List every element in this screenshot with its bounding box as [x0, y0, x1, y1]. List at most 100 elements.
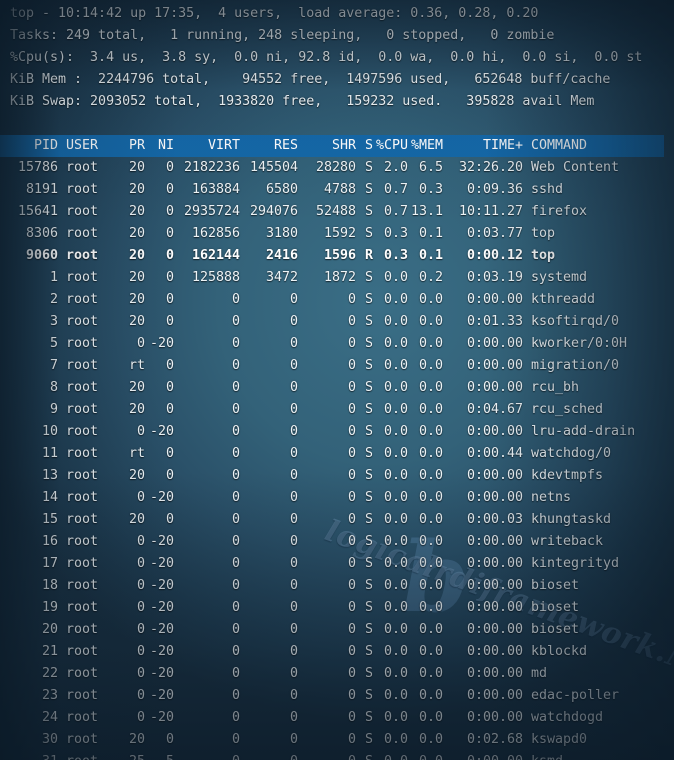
cell-pr: 20	[128, 248, 145, 263]
cell-state: S	[364, 270, 373, 285]
cell-pr: 20	[128, 160, 145, 175]
cell-virt: 125888	[191, 270, 240, 285]
column-header-shr[interactable]: SHR	[298, 135, 356, 157]
cell-user: root	[66, 732, 99, 747]
cell-user: root	[58, 751, 115, 760]
cell-pr: 0	[136, 644, 145, 659]
cell-res: 0	[289, 732, 298, 747]
column-header-mem[interactable]: %MEM	[408, 135, 443, 157]
cell-state: S	[364, 336, 373, 351]
table-row[interactable]: 31root255000S0.00.00:00.00ksmd	[10, 751, 674, 760]
table-row[interactable]: 30 root 20 0 0 0 0 S 0.0 0.0 0:02.68 kswapd0	[10, 729, 674, 751]
cell-ni: 0	[165, 446, 174, 461]
cell-res: 0	[289, 688, 298, 703]
cell-command: kintegrityd	[531, 556, 620, 571]
cell-res: 0	[289, 336, 298, 351]
table-row[interactable]: 23 root 0 -20 0 0 0 S 0.0 0.0 0:00.00 edac-poller	[10, 685, 674, 707]
table-row[interactable]: 21 root 0 -20 0 0 0 S 0.0 0.0 0:00.00 kblockd	[10, 641, 674, 663]
table-row[interactable]: 20 root 0 -20 0 0 0 S 0.0 0.0 0:00.00 bioset	[10, 619, 674, 641]
cell-res: 294076	[249, 204, 298, 219]
cell-shr: 0	[347, 644, 356, 659]
cell-command: top	[531, 248, 556, 263]
cell-time: 10:11.27	[458, 204, 523, 219]
cell-virt: 0	[231, 644, 240, 659]
table-row[interactable]: 8306 root 20 0 162856 3180 1592 S 0.3 0.1 0:03.77 t…	[10, 223, 674, 245]
table-row[interactable]: 22 root 0 -20 0 0 0 S 0.0 0.0 0:00.00 md	[10, 663, 674, 685]
cell-pr: 0	[136, 424, 145, 439]
table-row[interactable]: 15641 root 20 0 2935724 294076 52488 S 0.7 13.1 10…	[10, 201, 674, 223]
cell-virt: 2935724	[183, 204, 240, 219]
cell-res: 0	[289, 314, 298, 329]
cell-command: netns	[531, 490, 572, 505]
table-row[interactable]: 15786 root 20 0 2182236 145504 28280 S 2.0 6.5 32:…	[10, 157, 674, 179]
cell-cpu: 2.0	[383, 160, 408, 175]
top-uptime-line: top - 10:14:42 up 17:35, 4 users, load a…	[10, 6, 539, 21]
column-header-s[interactable]: S	[356, 135, 373, 157]
table-row[interactable]: 9 root 20 0 0 0 0 S 0.0 0.0 0:04.67 rcu_sched	[10, 399, 674, 421]
column-header-cpu[interactable]: %CPU	[373, 135, 408, 157]
cell-shr: 0	[347, 578, 356, 593]
table-row[interactable]: 17 root 0 -20 0 0 0 S 0.0 0.0 0:00.00 kintegrityd	[10, 553, 674, 575]
column-header-ni[interactable]: NI	[145, 135, 174, 157]
cell-shr: 0	[347, 446, 356, 461]
cell-ni: 0	[165, 160, 174, 175]
cell-pid: 2	[49, 292, 58, 307]
cell-pr: 0	[136, 534, 145, 549]
top-cpu-line: %Cpu(s): 3.4 us, 3.8 sy, 0.0 ni, 92.8 id…	[10, 50, 643, 65]
table-row[interactable]: 19 root 0 -20 0 0 0 S 0.0 0.0 0:00.00 bioset	[10, 597, 674, 619]
column-header-virt[interactable]: VIRT	[174, 135, 240, 157]
table-row[interactable]: 14 root 0 -20 0 0 0 S 0.0 0.0 0:00.00 netns	[10, 487, 674, 509]
cell-state: S	[364, 182, 373, 197]
cell-user: root	[66, 512, 99, 527]
column-header-command[interactable]: COMMAND	[523, 135, 587, 157]
table-row[interactable]: 8 root 20 0 0 0 0 S 0.0 0.0 0:00.00 rcu_bh	[10, 377, 674, 399]
cell-user: root	[66, 446, 99, 461]
table-row[interactable]: 13 root 20 0 0 0 0 S 0.0 0.0 0:00.00 kdevtmpfs	[10, 465, 674, 487]
table-row[interactable]: 8191 root 20 0 163884 6580 4788 S 0.7 0.3 0:09.36 s…	[10, 179, 674, 201]
cell-pr: rt	[128, 358, 145, 373]
cell-virt: 0	[231, 314, 240, 329]
cell-cpu: 0.0	[383, 622, 408, 637]
column-header-user[interactable]: USER	[58, 135, 115, 157]
cell-state: S	[364, 468, 373, 483]
cell-shr: 0	[347, 314, 356, 329]
cell-shr: 0	[347, 710, 356, 725]
cell-shr: 0	[347, 666, 356, 681]
cell-ni: 0	[165, 732, 174, 747]
cell-res: 0	[289, 644, 298, 659]
cell-virt: 162856	[191, 226, 240, 241]
table-row[interactable]: 2 root 20 0 0 0 0 S 0.0 0.0 0:00.00 kthreadd	[10, 289, 674, 311]
table-row[interactable]: 11 root rt 0 0 0 0 S 0.0 0.0 0:00.44 watchdog/0	[10, 443, 674, 465]
table-row[interactable]: 1 root 20 0 125888 3472 1872 S 0.0 0.2 0:03.19 syst…	[10, 267, 674, 289]
column-header-pr[interactable]: PR	[115, 135, 145, 157]
table-row[interactable]: 18 root 0 -20 0 0 0 S 0.0 0.0 0:00.00 bioset	[10, 575, 674, 597]
cell-cpu: 0.7	[383, 204, 408, 219]
table-row[interactable]: 5 root 0 -20 0 0 0 S 0.0 0.0 0:00.00 kworker/0:0H	[10, 333, 674, 355]
cell-ni: 0	[165, 402, 174, 417]
table-row[interactable]: 3 root 20 0 0 0 0 S 0.0 0.0 0:01.33 ksoftirqd/0	[10, 311, 674, 333]
cell-cpu: 0.7	[383, 182, 408, 197]
cell-command: ksmd	[523, 751, 563, 760]
cell-user: root	[66, 248, 99, 263]
column-header-pid[interactable]: PID	[10, 135, 58, 157]
column-header-time[interactable]: TIME+	[443, 135, 523, 157]
cell-res: 0	[289, 666, 298, 681]
column-header-res[interactable]: RES	[240, 135, 298, 157]
cell-ni: -20	[149, 622, 174, 637]
cell-user: root	[66, 556, 99, 571]
cell-pid: 3	[49, 314, 58, 329]
cell-mem: 0.0	[418, 468, 443, 483]
cell-cpu: 0.0	[383, 336, 408, 351]
table-row[interactable]: 10 root 0 -20 0 0 0 S 0.0 0.0 0:00.00 lru-add-drain	[10, 421, 674, 443]
table-row[interactable]: 15 root 20 0 0 0 0 S 0.0 0.0 0:00.03 khungtaskd	[10, 509, 674, 531]
cell-mem: 0.0	[418, 732, 443, 747]
cell-shr: 0	[347, 424, 356, 439]
cell-res: 0	[240, 751, 298, 760]
table-row[interactable]: 7 root rt 0 0 0 0 S 0.0 0.0 0:00.00 migration/0	[10, 355, 674, 377]
table-row[interactable]: 16 root 0 -20 0 0 0 S 0.0 0.0 0:00.00 writeback	[10, 531, 674, 553]
cell-res: 0	[289, 600, 298, 615]
table-row[interactable]: 24 root 0 -20 0 0 0 S 0.0 0.0 0:00.00 watchdogd	[10, 707, 674, 729]
cell-virt: 0	[231, 556, 240, 571]
table-row[interactable]: 9060 root 20 0 162144 2416 1596 R 0.3 0.1 0:00.12 t…	[10, 245, 674, 267]
cell-pr: 25	[115, 751, 145, 760]
